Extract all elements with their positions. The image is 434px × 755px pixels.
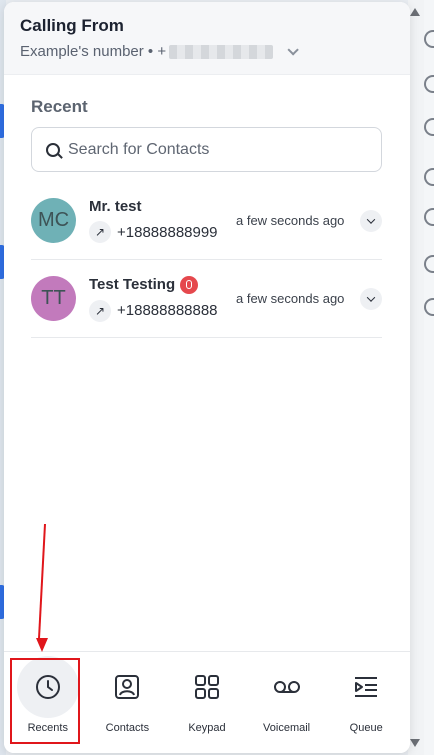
arrow-up-right-icon: ↗ xyxy=(89,299,111,322)
scroll-down-arrow[interactable] xyxy=(410,739,420,747)
nav-keypad[interactable]: Keypad xyxy=(167,652,247,753)
arrow-up-right-icon: ↗ xyxy=(89,221,111,243)
search-box[interactable] xyxy=(31,127,382,172)
expand-call-button[interactable] xyxy=(360,287,382,310)
recent-call-row[interactable]: MC Mr. test ↗ +18888888999 a few seconds… xyxy=(31,182,382,260)
nav-label: Queue xyxy=(349,722,383,734)
contact-number: +18888888888 xyxy=(117,302,218,319)
recent-call-row[interactable]: TT Test Testing ↗ +18888888888 a few sec… xyxy=(31,260,382,338)
queue-icon xyxy=(355,677,378,697)
chevron-down-icon xyxy=(366,214,376,224)
chevron-down-icon xyxy=(366,292,376,302)
expand-call-button[interactable] xyxy=(360,209,382,232)
contact-name: Test Testing xyxy=(89,276,176,293)
nav-label: Keypad xyxy=(188,722,226,734)
search-input[interactable] xyxy=(68,140,358,159)
search-icon xyxy=(46,142,60,157)
annotation-arrow-head xyxy=(36,638,48,652)
grid-icon xyxy=(194,675,219,699)
contact-name: Mr. test xyxy=(89,198,142,215)
nav-label: Contacts xyxy=(105,722,150,734)
call-time: a few seconds ago xyxy=(236,213,345,228)
calling-from-header[interactable]: Calling From Example's number • + xyxy=(4,2,410,75)
voicemail-icon xyxy=(273,681,300,693)
dialer-panel: Calling From Example's number • + Recent… xyxy=(4,2,410,753)
annotation-highlight-box xyxy=(10,658,80,744)
contact-card-icon xyxy=(115,675,140,699)
nav-contacts[interactable]: Contacts xyxy=(88,652,168,753)
calling-from-number: Example's number • + xyxy=(20,43,167,60)
call-info: Test Testing ↗ +18888888888 xyxy=(89,275,234,322)
calling-from-selector[interactable]: Example's number • + xyxy=(20,43,394,60)
calling-from-title: Calling From xyxy=(20,16,124,35)
nav-queue[interactable]: Queue xyxy=(326,652,406,753)
nav-label: Voicemail xyxy=(263,722,311,734)
avatar: MC xyxy=(31,198,76,243)
nav-voicemail[interactable]: Voicemail xyxy=(247,652,327,753)
avatar: TT xyxy=(31,276,76,321)
microphone-icon xyxy=(180,275,199,294)
scroll-up-arrow[interactable] xyxy=(410,8,420,16)
chevron-down-icon[interactable] xyxy=(287,43,299,56)
call-time: a few seconds ago xyxy=(236,291,345,306)
contact-number: +18888888999 xyxy=(117,223,218,241)
scrollbar[interactable] xyxy=(408,0,424,755)
recent-section-title: Recent xyxy=(31,97,88,116)
call-info: Mr. test ↗ +18888888999 xyxy=(89,198,234,243)
redacted-number xyxy=(169,44,274,59)
